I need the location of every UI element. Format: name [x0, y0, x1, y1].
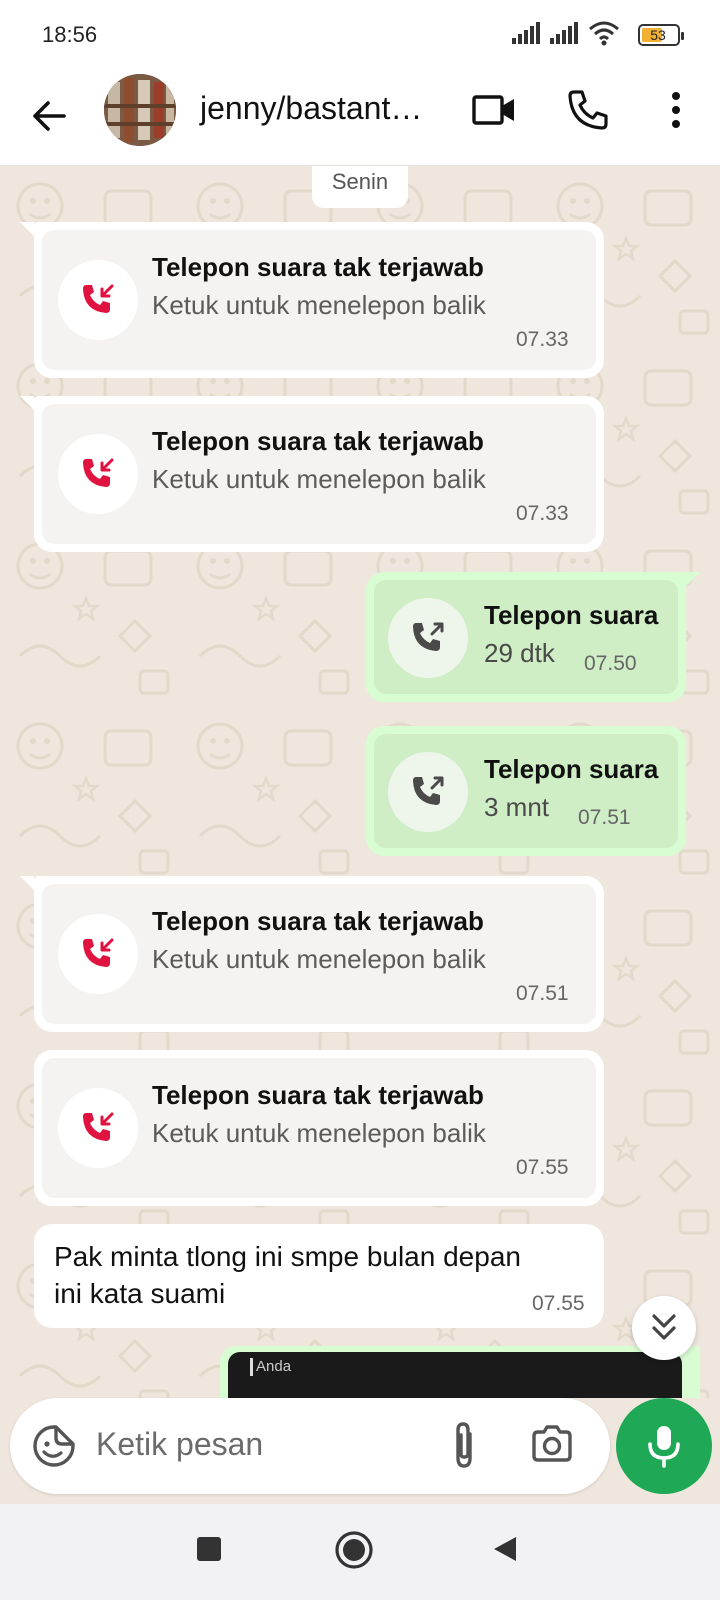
battery-level: 53 — [650, 27, 666, 43]
contact-name[interactable]: jenny/bastant… — [200, 90, 422, 127]
message-time: 07.33 — [516, 328, 569, 351]
sticker-icon[interactable] — [30, 1422, 78, 1470]
call-icon-background — [58, 1088, 138, 1168]
missed-call-message[interactable]: Telepon suara tak terjawab Ketuk untuk m… — [34, 222, 604, 378]
call-icon-background — [388, 752, 468, 832]
quoted-reply-preview: Anda — [228, 1352, 682, 1398]
home-icon[interactable] — [334, 1530, 374, 1570]
message-time: 07.51 — [578, 806, 631, 829]
call-title: Telepon suara — [484, 600, 659, 630]
message-text: Pak minta tlong ini smpe bulan depan ini… — [54, 1241, 521, 1309]
message-time: 07.55 — [532, 1292, 585, 1315]
call-title: Telepon suara tak terjawab — [152, 426, 484, 456]
outgoing-call-icon — [413, 622, 444, 651]
call-subtitle: Ketuk untuk menelepon balik — [152, 464, 486, 494]
mic-icon — [648, 1426, 680, 1468]
attach-icon[interactable] — [440, 1420, 488, 1472]
video-call-icon[interactable] — [470, 86, 518, 134]
call-title: Telepon suara tak terjawab — [152, 252, 484, 282]
voice-call-icon[interactable] — [564, 86, 612, 134]
camera-icon[interactable] — [528, 1420, 576, 1468]
system-nav-bar — [0, 1504, 720, 1600]
voice-message-button[interactable] — [616, 1398, 712, 1494]
signal-icon — [512, 22, 540, 44]
double-chevron-down-icon — [652, 1314, 676, 1340]
call-title: Telepon suara tak terjawab — [152, 1080, 484, 1110]
date-chip: Senin — [312, 166, 408, 208]
message-time: 07.50 — [584, 652, 637, 675]
message-time: 07.55 — [516, 1156, 569, 1179]
missed-call-message[interactable]: Telepon suara tak terjawab Ketuk untuk m… — [34, 396, 604, 552]
outgoing-call-message[interactable]: Telepon suara 29 dtk 07.50 — [366, 572, 686, 702]
message-time: 07.33 — [516, 502, 569, 525]
chat-area[interactable]: Senin Telepon suara tak terjawab Ketuk u… — [0, 166, 720, 1398]
message-composer[interactable]: Ketik pesan — [10, 1398, 610, 1494]
text-message[interactable]: Pak minta tlong ini smpe bulan depan ini… — [34, 1224, 604, 1328]
message-input[interactable]: Ketik pesan — [96, 1426, 263, 1463]
call-icon-background — [388, 598, 468, 678]
message-time: 07.51 — [516, 982, 569, 1005]
scroll-to-bottom-button[interactable] — [632, 1296, 696, 1360]
missed-call-icon — [83, 284, 114, 313]
status-bar: 18:56 53 — [0, 0, 720, 68]
chat-header: jenny/bastant… — [0, 68, 720, 166]
avatar[interactable] — [104, 74, 176, 146]
missed-call-icon — [83, 458, 114, 487]
call-duration: 3 mnt — [484, 792, 550, 822]
outgoing-call-icon — [413, 776, 444, 805]
wifi-icon — [589, 21, 619, 46]
signal-icon — [550, 22, 578, 44]
partial-outgoing-message[interactable]: Anda — [220, 1346, 700, 1398]
outgoing-call-message[interactable]: Telepon suara 3 mnt 07.51 — [366, 726, 686, 856]
call-icon-background — [58, 434, 138, 514]
call-title: Telepon suara — [484, 754, 659, 784]
call-duration: 29 dtk — [484, 638, 555, 668]
back-arrow-icon[interactable] — [28, 94, 72, 138]
battery-icon: 53 — [638, 24, 684, 46]
back-nav-icon[interactable] — [490, 1534, 520, 1564]
recent-apps-icon[interactable] — [194, 1534, 224, 1564]
call-subtitle: Ketuk untuk menelepon balik — [152, 1118, 486, 1148]
call-title: Telepon suara tak terjawab — [152, 906, 484, 936]
call-subtitle: Ketuk untuk menelepon balik — [152, 290, 486, 320]
more-options-icon[interactable] — [652, 86, 700, 134]
status-time: 18:56 — [42, 22, 98, 47]
call-subtitle: Ketuk untuk menelepon balik — [152, 944, 486, 974]
quoted-sender: Anda — [256, 1358, 292, 1375]
missed-call-icon — [83, 1112, 114, 1141]
call-icon-background — [58, 260, 138, 340]
call-icon-background — [58, 914, 138, 994]
missed-call-message[interactable]: Telepon suara tak terjawab Ketuk untuk m… — [34, 876, 604, 1032]
missed-call-message[interactable]: Telepon suara tak terjawab Ketuk untuk m… — [34, 1050, 604, 1206]
missed-call-icon — [83, 938, 114, 967]
